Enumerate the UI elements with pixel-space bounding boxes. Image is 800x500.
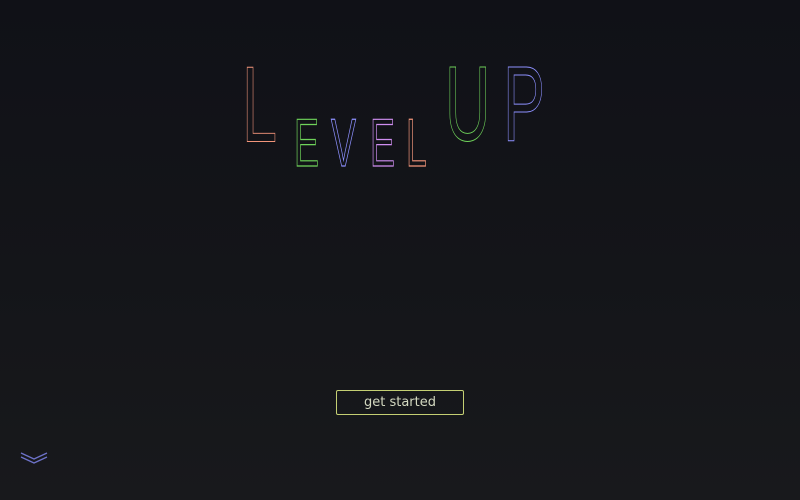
logo-letter: E [370, 104, 395, 181]
logo-letter: P [503, 44, 545, 163]
logo-letter: V [331, 104, 356, 181]
logo-letter: E [294, 104, 319, 181]
logo-letter: L [406, 104, 427, 181]
logo-letter: U [445, 44, 490, 163]
logo-letter: L [242, 44, 277, 165]
levelup-logo: L E V E L U P [236, 44, 566, 182]
get-started-button[interactable]: get started [336, 390, 464, 415]
chevron-down-icon [20, 452, 48, 464]
scroll-down-button[interactable] [20, 451, 48, 465]
